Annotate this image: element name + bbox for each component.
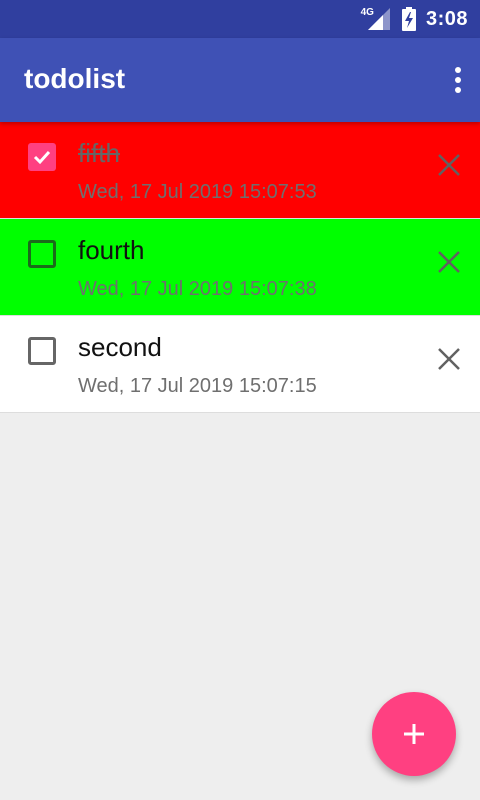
app-screen: 4G 3:08 todolist fifth Wed, 17 Jul 2019 … — [0, 0, 480, 800]
delete-icon[interactable] — [436, 152, 462, 178]
overflow-dot — [455, 67, 461, 73]
overflow-dot — [455, 87, 461, 93]
network-type-label: 4G — [360, 6, 374, 18]
clock: 3:08 — [425, 7, 468, 30]
overflow-dot — [455, 77, 461, 83]
todo-date: Wed, 17 Jul 2019 15:07:15 — [78, 375, 317, 397]
todo-item-fourth[interactable]: fourth Wed, 17 Jul 2019 15:07:38 — [0, 219, 480, 316]
delete-icon[interactable] — [436, 346, 462, 372]
todo-item-second[interactable]: second Wed, 17 Jul 2019 15:07:15 — [0, 316, 480, 413]
todo-item-fifth[interactable]: fifth Wed, 17 Jul 2019 15:07:53 — [0, 122, 480, 219]
battery-charging-icon — [401, 7, 416, 31]
todo-title: fifth — [78, 138, 120, 168]
overflow-menu-icon[interactable] — [446, 58, 470, 102]
todo-title: second — [78, 332, 162, 362]
app-title: todolist — [24, 63, 126, 94]
todo-list: fifth Wed, 17 Jul 2019 15:07:53 fourth W… — [0, 122, 480, 413]
status-icons: 4G 3:08 — [361, 0, 468, 38]
todo-date: Wed, 17 Jul 2019 15:07:38 — [78, 278, 317, 300]
app-bar: todolist — [0, 38, 480, 122]
todo-title: fourth — [78, 235, 145, 265]
checkbox-unchecked-icon[interactable] — [28, 337, 56, 365]
status-bar: 4G 3:08 — [0, 0, 480, 38]
delete-icon[interactable] — [436, 249, 462, 275]
checkbox-unchecked-icon[interactable] — [28, 240, 56, 268]
add-todo-button[interactable] — [372, 692, 456, 776]
todo-date: Wed, 17 Jul 2019 15:07:53 — [78, 181, 317, 203]
checkbox-checked-icon[interactable] — [28, 143, 56, 171]
plus-icon — [404, 724, 424, 744]
checkmark-icon — [33, 150, 51, 165]
